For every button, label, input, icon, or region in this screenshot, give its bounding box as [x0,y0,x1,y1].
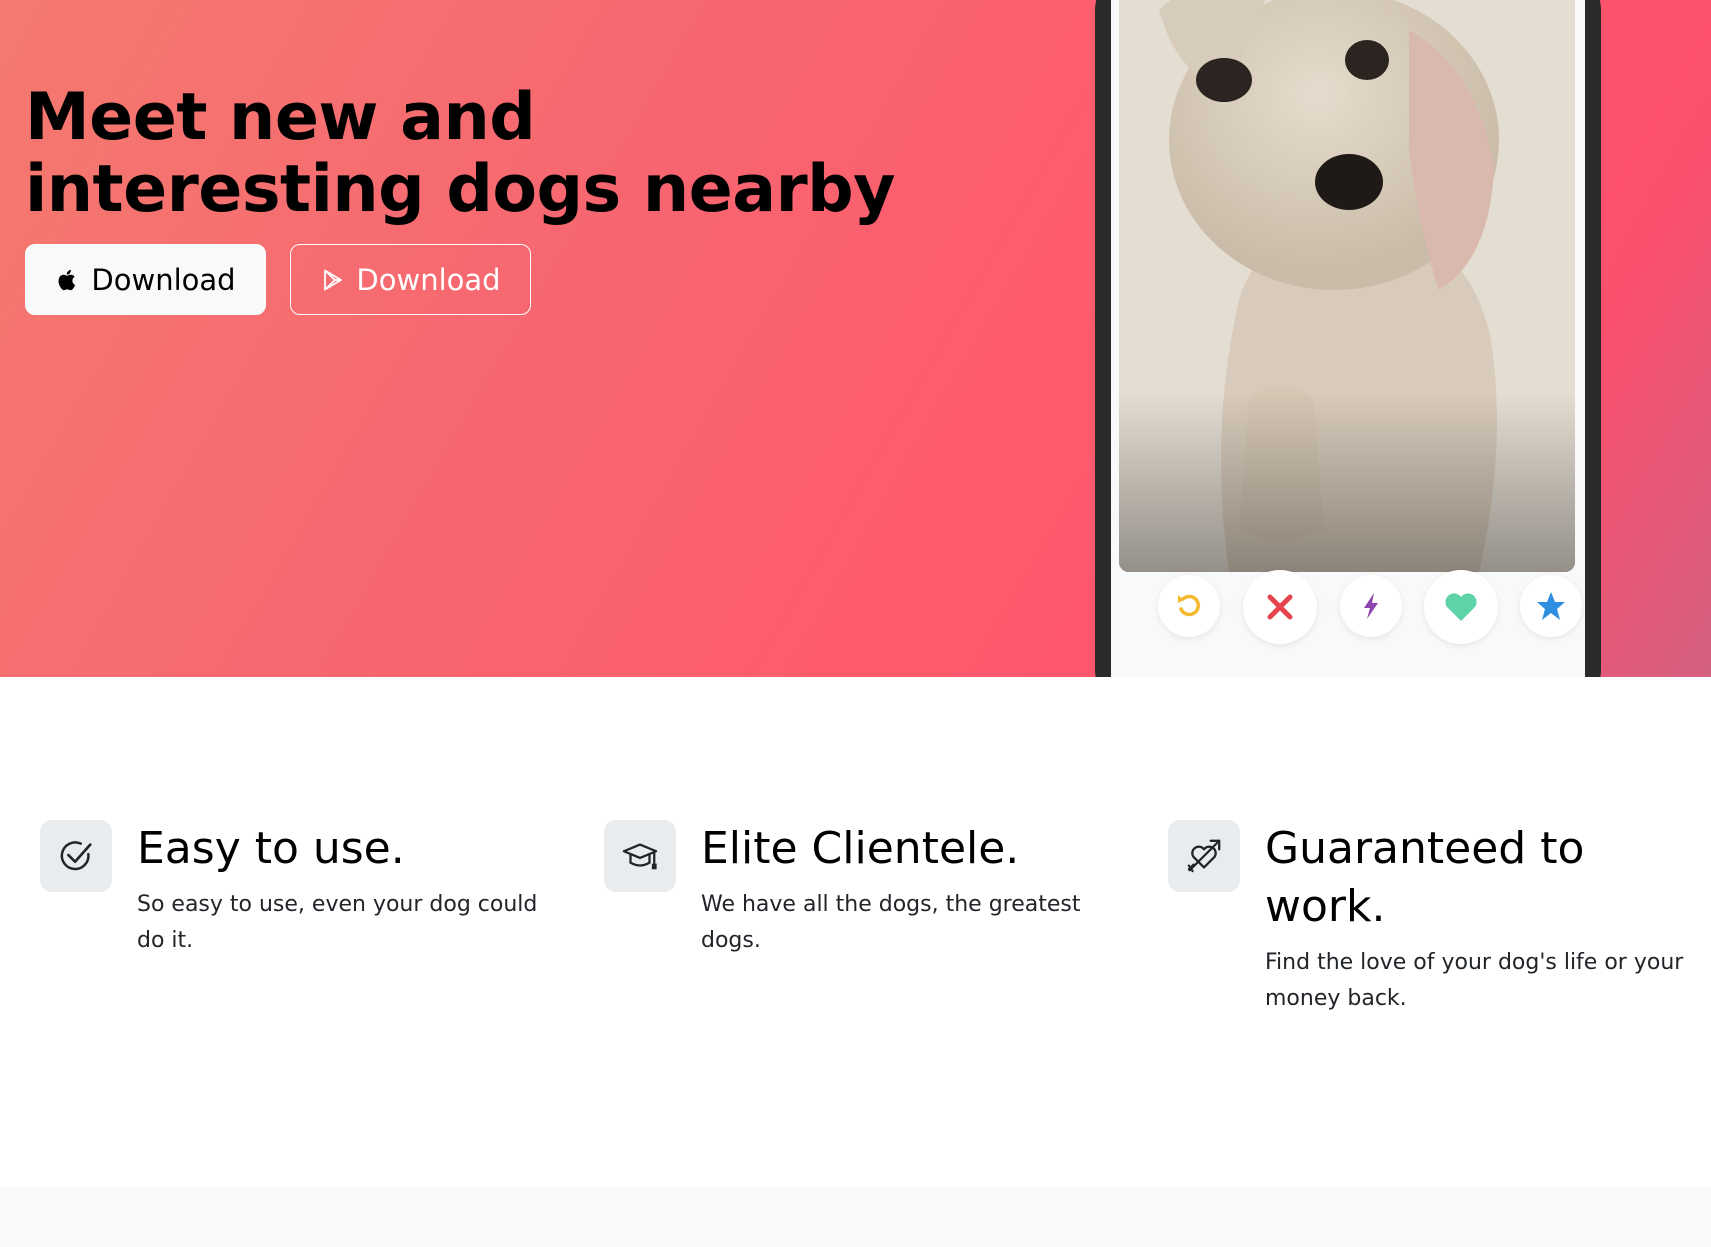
feature-title: Elite Clientele. [701,823,1020,874]
phone-action-bar [1111,566,1585,646]
features-section: Easy to use. So easy to use, even your d… [0,677,1711,1187]
apple-download-label: Download [91,262,236,297]
google-play-download-button[interactable]: Download [290,244,531,315]
hero-title-line1: Meet new and [25,80,536,155]
feature-text: We have all the dogs, the greatest dogs. [701,892,1081,953]
footer-band [0,1187,1711,1247]
nope-icon[interactable] [1243,570,1317,644]
google-play-download-label: Download [356,262,501,297]
phone-mockup [1095,0,1601,677]
check-circle-icon [40,820,112,892]
hero-section: Meet new and interesting dogs nearby Dow… [0,0,1711,677]
boost-icon[interactable] [1340,575,1402,637]
heart-arrow-icon [1168,820,1240,892]
rewind-icon[interactable] [1158,575,1220,637]
feature-title: Guaranteed to work. [1265,823,1585,932]
apple-icon [55,267,81,293]
like-icon[interactable] [1424,570,1498,644]
dog-photo [1119,0,1575,572]
hero-title: Meet new and interesting dogs nearby [25,82,925,226]
phone-screen [1111,0,1585,677]
graduation-cap-icon [604,820,676,892]
feature-title: Easy to use. [137,823,405,874]
apple-download-button[interactable]: Download [25,244,266,315]
google-play-icon [320,267,346,293]
feature-text: So easy to use, even your dog could do i… [137,892,538,953]
feature-text: Find the love of your dog's life or your… [1265,950,1684,1011]
super-like-icon[interactable] [1520,575,1582,637]
hero-title-line2: interesting dogs nearby [25,152,896,227]
